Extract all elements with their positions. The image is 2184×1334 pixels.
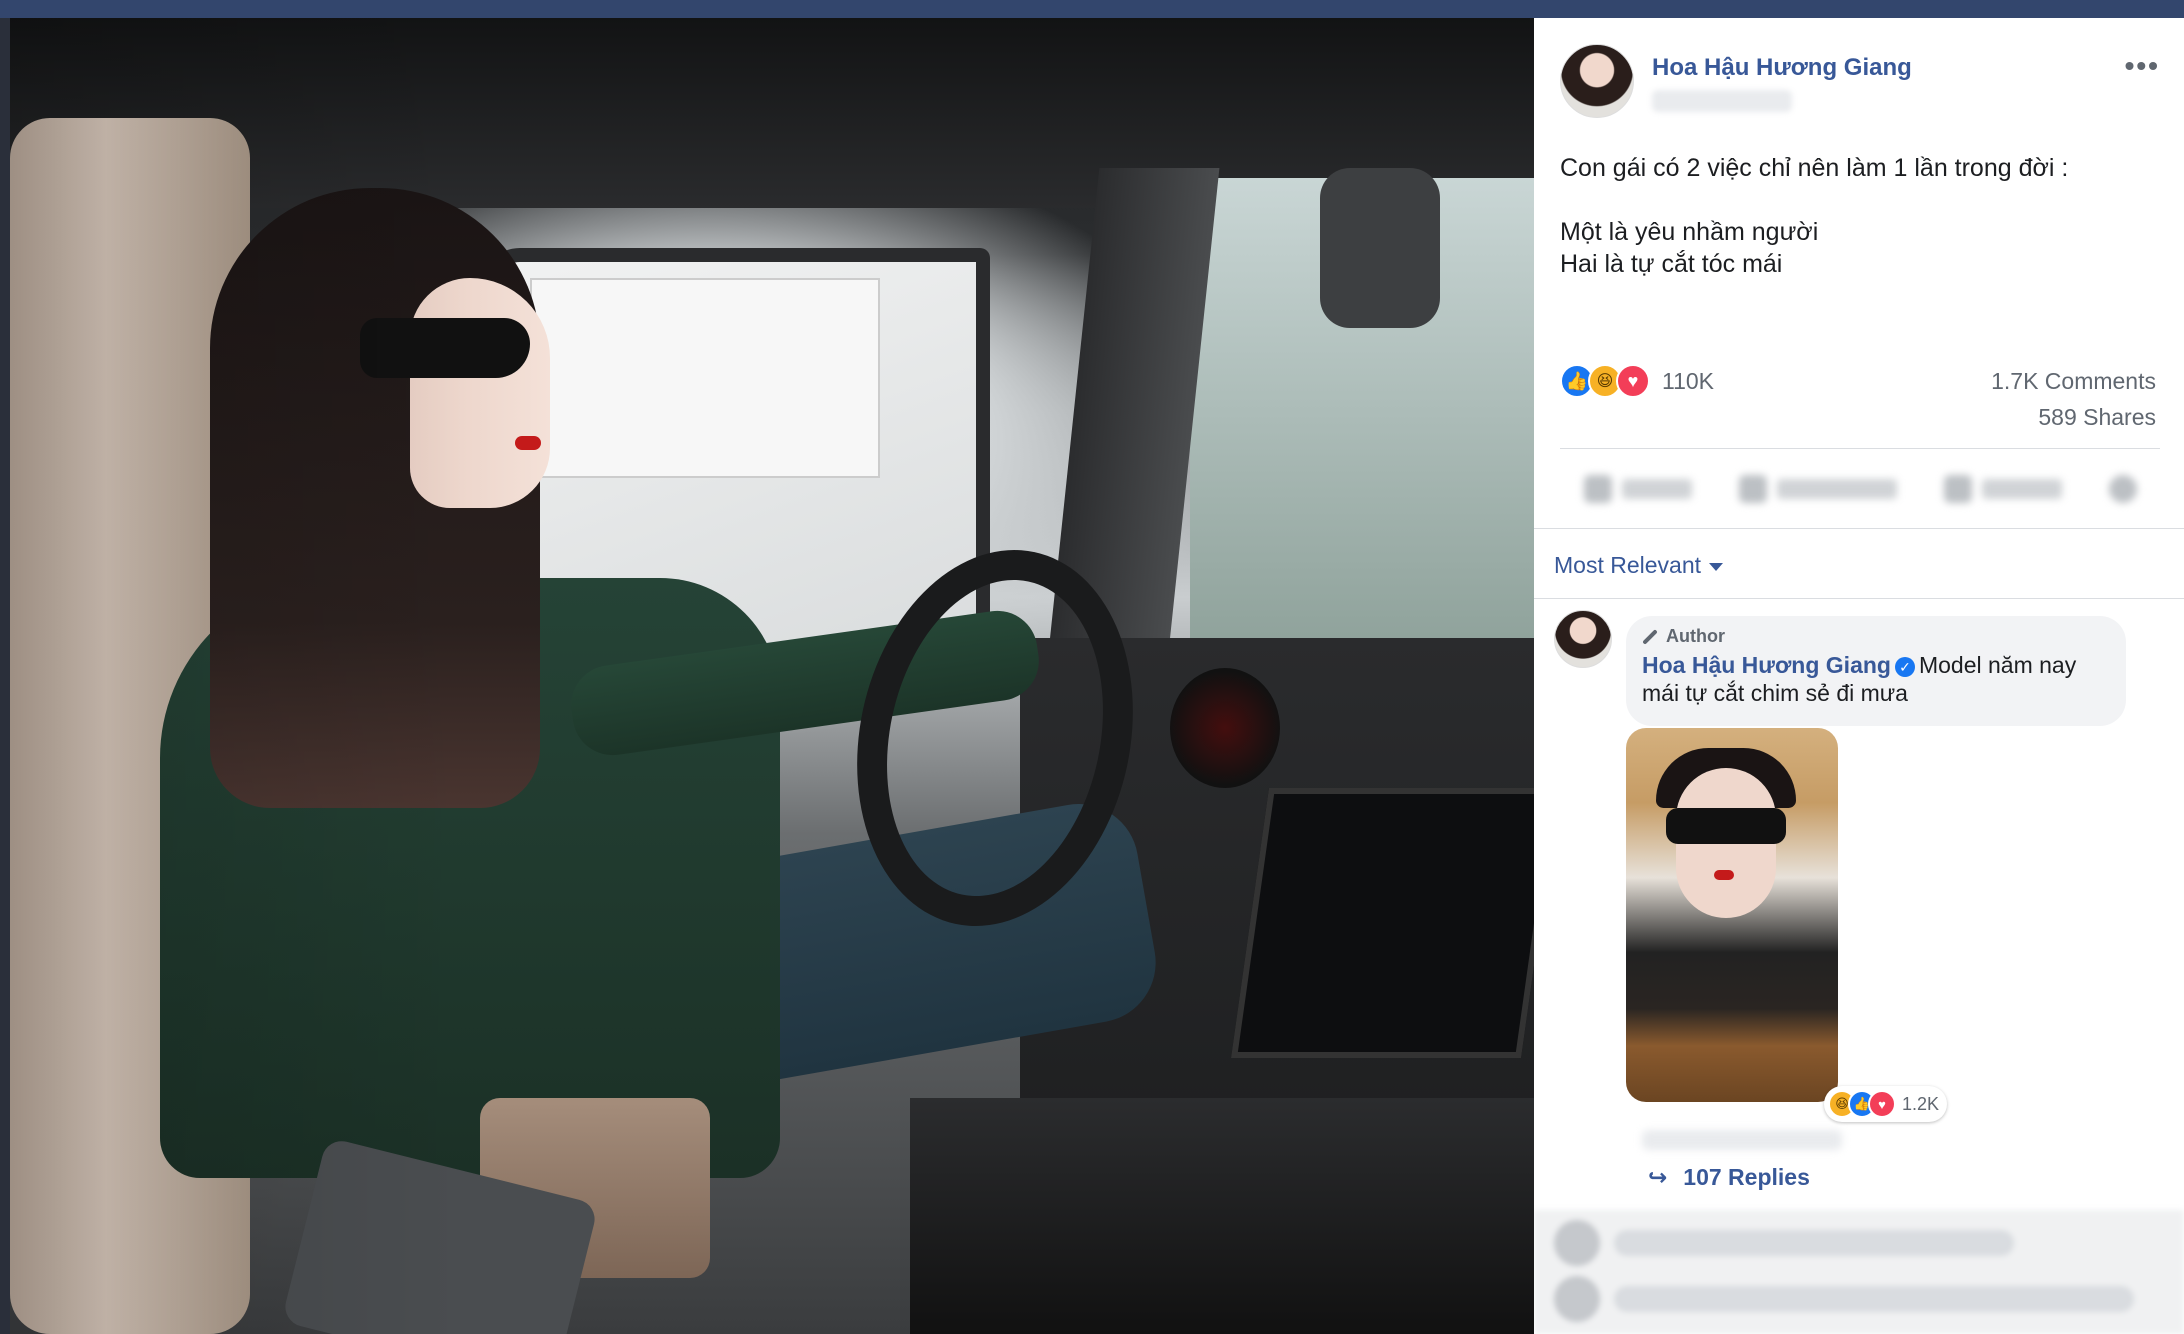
commenter-name[interactable]: Hoa Hậu Hương Giang (1642, 652, 1891, 678)
comment-photo[interactable] (1626, 728, 1838, 1102)
comment-sort-label: Most Relevant (1554, 552, 1702, 578)
post-text-line: Con gái có 2 việc chỉ nên làm 1 lần tron… (1560, 154, 2069, 182)
love-icon: ♥ (1616, 364, 1650, 398)
post-text: Con gái có 2 việc chỉ nên làm 1 lần tron… (1560, 152, 2160, 280)
author-name[interactable]: Hoa Hậu Hương Giang (1652, 54, 1912, 82)
post-text-line: Một là yêu nhầm người (1560, 218, 1819, 246)
author-badge: Author (1642, 626, 2110, 647)
divider (1534, 598, 2184, 599)
share-icon (1943, 475, 1972, 503)
caret-down-icon (1709, 562, 1724, 571)
reply-arrow-icon: ↪ (1648, 1164, 1668, 1190)
like-button[interactable] (1583, 464, 1692, 514)
verified-badge-icon: ✓ (1894, 656, 1915, 677)
comment-bubble: Author Hoa Hậu Hương Giang ✓ Model năm nay… (1626, 616, 2126, 726)
blurred-comment-row (1554, 1276, 2164, 1322)
commenter-avatar[interactable] (1554, 610, 1612, 668)
page-avatar-button[interactable] (2108, 464, 2137, 514)
page-avatar-icon (2108, 475, 2137, 503)
comment-icon (1738, 475, 1767, 503)
blurred-comment-row (1554, 1220, 2164, 1266)
comment-content: Hoa Hậu Hương Giang ✓ Model năm nay mái tự… (1642, 651, 2110, 707)
author-avatar[interactable] (1560, 44, 1634, 118)
post-text-line: Hai là tự cắt tóc mái (1560, 250, 1783, 278)
comment-actions-blurred (1642, 1130, 1842, 1150)
blurred-comments (1534, 1210, 2184, 1334)
author-badge-label: Author (1666, 626, 1725, 646)
facebook-top-bar (0, 0, 2184, 18)
reactions-count: 110K (1662, 368, 1715, 394)
shares-count[interactable]: 589 Shares (2038, 404, 2156, 431)
more-options-icon[interactable]: ••• (2125, 50, 2160, 82)
replies-label: 107 Replies (1683, 1164, 1810, 1190)
photo-sunglasses (1666, 808, 1786, 844)
post-timestamp-blurred[interactable] (1652, 90, 1792, 112)
comment-button[interactable] (1738, 464, 1897, 514)
photo-shade (10, 18, 1534, 1334)
post-actions-blurred (1560, 464, 2160, 514)
love-icon: ♥ (1868, 1090, 1896, 1118)
post-side-panel: Hoa Hậu Hương Giang ••• Con gái có 2 việ… (1534, 18, 2184, 1334)
divider (1534, 528, 2184, 529)
pen-icon (1642, 629, 1658, 645)
comment-reactions[interactable]: 😆 👍 ♥ 1.2K (1824, 1086, 1948, 1122)
photo-lips (1714, 870, 1734, 880)
divider (1560, 448, 2160, 449)
comments-count[interactable]: 1.7K Comments (1991, 368, 2156, 395)
comment-sort-dropdown[interactable]: Most Relevant (1554, 552, 1724, 579)
photo-viewer[interactable] (10, 18, 1534, 1334)
like-icon (1583, 475, 1612, 503)
post-photo (10, 18, 1534, 1334)
share-button[interactable] (1943, 464, 2062, 514)
view-replies-link[interactable]: ↪ 107 Replies (1648, 1164, 1810, 1191)
post-header: Hoa Hậu Hương Giang ••• (1560, 44, 2160, 124)
comment-reaction-count: 1.2K (1902, 1093, 1940, 1114)
